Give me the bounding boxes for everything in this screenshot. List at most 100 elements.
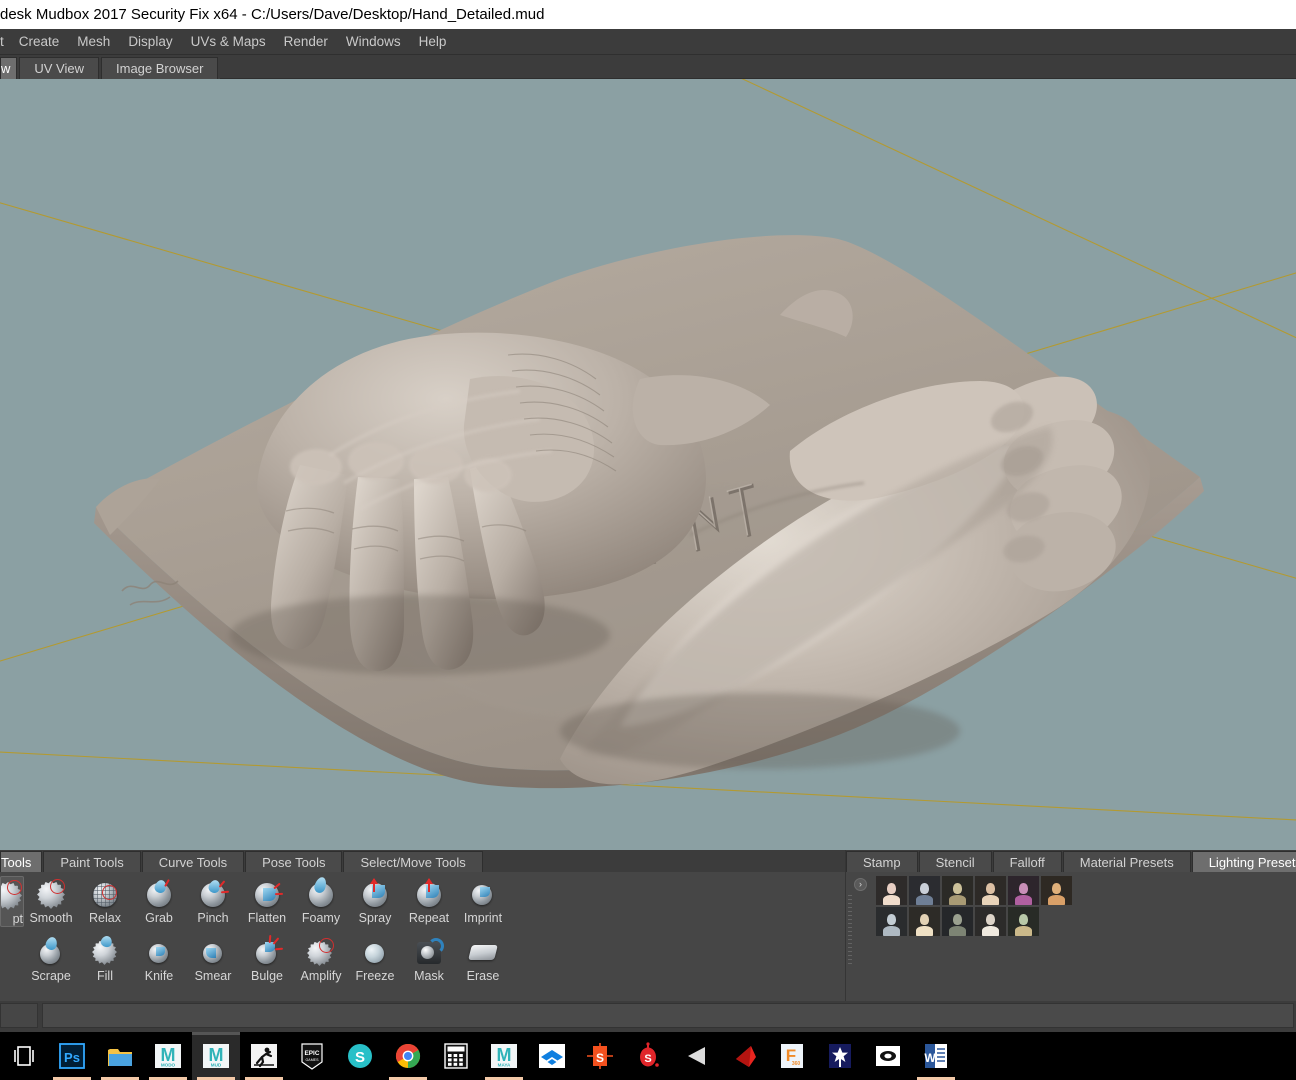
- tab-stamp[interactable]: Stamp: [846, 851, 918, 872]
- imprint-icon: [468, 879, 498, 909]
- tool-spray[interactable]: Spray: [348, 876, 402, 925]
- photoshop-icon[interactable]: Ps: [48, 1032, 96, 1080]
- marmoset-icon-glyph: [729, 1041, 759, 1071]
- lighting-preset-11[interactable]: [1008, 907, 1039, 936]
- lighting-preset-5[interactable]: [1008, 876, 1039, 905]
- epic-games-icon[interactable]: EPIC GAMES: [288, 1032, 336, 1080]
- lighting-preset-2[interactable]: [909, 876, 940, 905]
- flatten-icon: [252, 879, 284, 909]
- lighting-preset-7[interactable]: [876, 907, 907, 936]
- tool-erase-label: Erase: [466, 969, 500, 983]
- tool-imprint[interactable]: Imprint: [456, 876, 510, 925]
- taskview-icon[interactable]: [0, 1032, 48, 1080]
- smear-icon: [198, 937, 228, 967]
- substance-gear-icon[interactable]: S: [336, 1032, 384, 1080]
- tab-pose-tools[interactable]: Pose Tools: [245, 851, 343, 872]
- tool-amplify[interactable]: Amplify: [294, 934, 348, 983]
- marmoset-icon[interactable]: [720, 1032, 768, 1080]
- tab-3d-view[interactable]: w: [0, 57, 18, 79]
- tool-repeat[interactable]: Repeat: [402, 876, 456, 925]
- tool-freeze-label: Freeze: [355, 969, 395, 983]
- tool-pinch[interactable]: Pinch: [186, 876, 240, 925]
- runner-icon-glyph: [249, 1041, 279, 1071]
- tab-filler: [484, 851, 845, 872]
- menu-render[interactable]: Render: [275, 29, 337, 54]
- unity-icon[interactable]: [672, 1032, 720, 1080]
- file-explorer-icon[interactable]: [96, 1032, 144, 1080]
- tool-foamy[interactable]: Foamy: [294, 875, 348, 925]
- tool-flatten[interactable]: Flatten: [240, 876, 294, 925]
- view-tab-filler: [220, 57, 1296, 79]
- menu-windows[interactable]: Windows: [337, 29, 410, 54]
- marvelous-designer-icon[interactable]: [816, 1032, 864, 1080]
- presets-scroll-indicator[interactable]: [848, 894, 852, 964]
- horizontal-scrollbar[interactable]: [42, 1003, 1294, 1028]
- file-explorer-icon-glyph: [105, 1041, 135, 1071]
- lighting-preset-6[interactable]: [1041, 876, 1072, 905]
- modo-icon[interactable]: M MODO: [144, 1032, 192, 1080]
- menu-mesh[interactable]: Mesh: [68, 29, 119, 54]
- tool-freeze[interactable]: Freeze: [348, 934, 402, 983]
- tool-scrape[interactable]: Scrape: [24, 934, 78, 983]
- bust-head: [986, 883, 995, 894]
- maya-icon[interactable]: M MAYA: [480, 1032, 528, 1080]
- menu-create[interactable]: Create: [10, 29, 69, 54]
- lighting-preset-1[interactable]: [876, 876, 907, 905]
- tool-mask[interactable]: Mask: [402, 934, 456, 983]
- tool-smear[interactable]: Smear: [186, 934, 240, 983]
- menu-select-clipped[interactable]: t: [0, 29, 10, 54]
- menu-uvs-maps[interactable]: UVs & Maps: [182, 29, 275, 54]
- tab-select-move-tools[interactable]: Select/Move Tools: [343, 851, 483, 872]
- tab-image-browser[interactable]: Image Browser: [101, 57, 219, 79]
- scroll-left-box[interactable]: [0, 1003, 38, 1028]
- 3d-viewport[interactable]: [0, 79, 1296, 850]
- tab-sculpt-tools[interactable]: Tools: [0, 851, 43, 872]
- freeze-icon: [360, 937, 390, 967]
- tool-knife[interactable]: Knife: [132, 934, 186, 983]
- oculus-icon[interactable]: [864, 1032, 912, 1080]
- tab-falloff[interactable]: Falloff: [992, 851, 1062, 872]
- lighting-preset-10[interactable]: [975, 907, 1006, 936]
- tab-lighting-presets[interactable]: Lighting Presets: [1191, 851, 1296, 872]
- tool-bulge[interactable]: Bulge: [240, 934, 294, 983]
- tool-sculpt[interactable]: pt: [0, 876, 24, 927]
- bust-head: [887, 883, 896, 894]
- status-scroll-strip: [0, 1001, 1296, 1032]
- tool-relax[interactable]: Relax: [78, 876, 132, 925]
- chrome-icon[interactable]: [384, 1032, 432, 1080]
- lighting-preset-4[interactable]: [975, 876, 1006, 905]
- repeat-icon: [414, 878, 444, 909]
- tool-fill[interactable]: Fill: [78, 934, 132, 983]
- fusion360-icon-glyph: F 360: [777, 1041, 807, 1071]
- substance-designer-icon[interactable]: S: [576, 1032, 624, 1080]
- bust-body: [883, 895, 900, 905]
- lighting-preset-9[interactable]: [942, 907, 973, 936]
- tool-button-area: pt Smooth Relax Grab Pinch Flatten Foamy Spray R…: [0, 872, 845, 1001]
- substance-painter-icon[interactable]: S: [624, 1032, 672, 1080]
- tool-mask-label: Mask: [414, 969, 444, 983]
- tab-paint-tools[interactable]: Paint Tools: [43, 851, 141, 872]
- tab-curve-tools[interactable]: Curve Tools: [141, 851, 245, 872]
- tab-stencil[interactable]: Stencil: [918, 851, 992, 872]
- word-icon[interactable]: W: [912, 1032, 960, 1080]
- mudbox-icon[interactable]: M MUD: [192, 1032, 240, 1080]
- expand-presets-button[interactable]: ›: [854, 878, 867, 891]
- tool-grab[interactable]: Grab: [132, 876, 186, 925]
- menu-display[interactable]: Display: [119, 29, 181, 54]
- bust-body: [916, 895, 933, 905]
- dropbox-icon[interactable]: [528, 1032, 576, 1080]
- tab-material-presets[interactable]: Material Presets: [1062, 851, 1191, 872]
- fusion360-icon[interactable]: F 360: [768, 1032, 816, 1080]
- tool-row-1: pt Smooth Relax Grab Pinch Flatten Foamy Spray R…: [0, 875, 845, 934]
- lighting-preset-3[interactable]: [942, 876, 973, 905]
- tool-smooth[interactable]: Smooth: [24, 876, 78, 925]
- lighting-preset-8[interactable]: [909, 907, 940, 936]
- tab-uv-view[interactable]: UV View: [19, 57, 100, 79]
- menu-help[interactable]: Help: [410, 29, 456, 54]
- epic-games-icon-glyph: EPIC GAMES: [297, 1041, 327, 1071]
- mudbox-application-window: desk Mudbox 2017 Security Fix x64 - C:/U…: [0, 0, 1296, 1080]
- runner-icon[interactable]: [240, 1032, 288, 1080]
- bust-head: [986, 914, 995, 925]
- tool-erase[interactable]: Erase: [456, 934, 510, 983]
- calculator-icon[interactable]: [432, 1032, 480, 1080]
